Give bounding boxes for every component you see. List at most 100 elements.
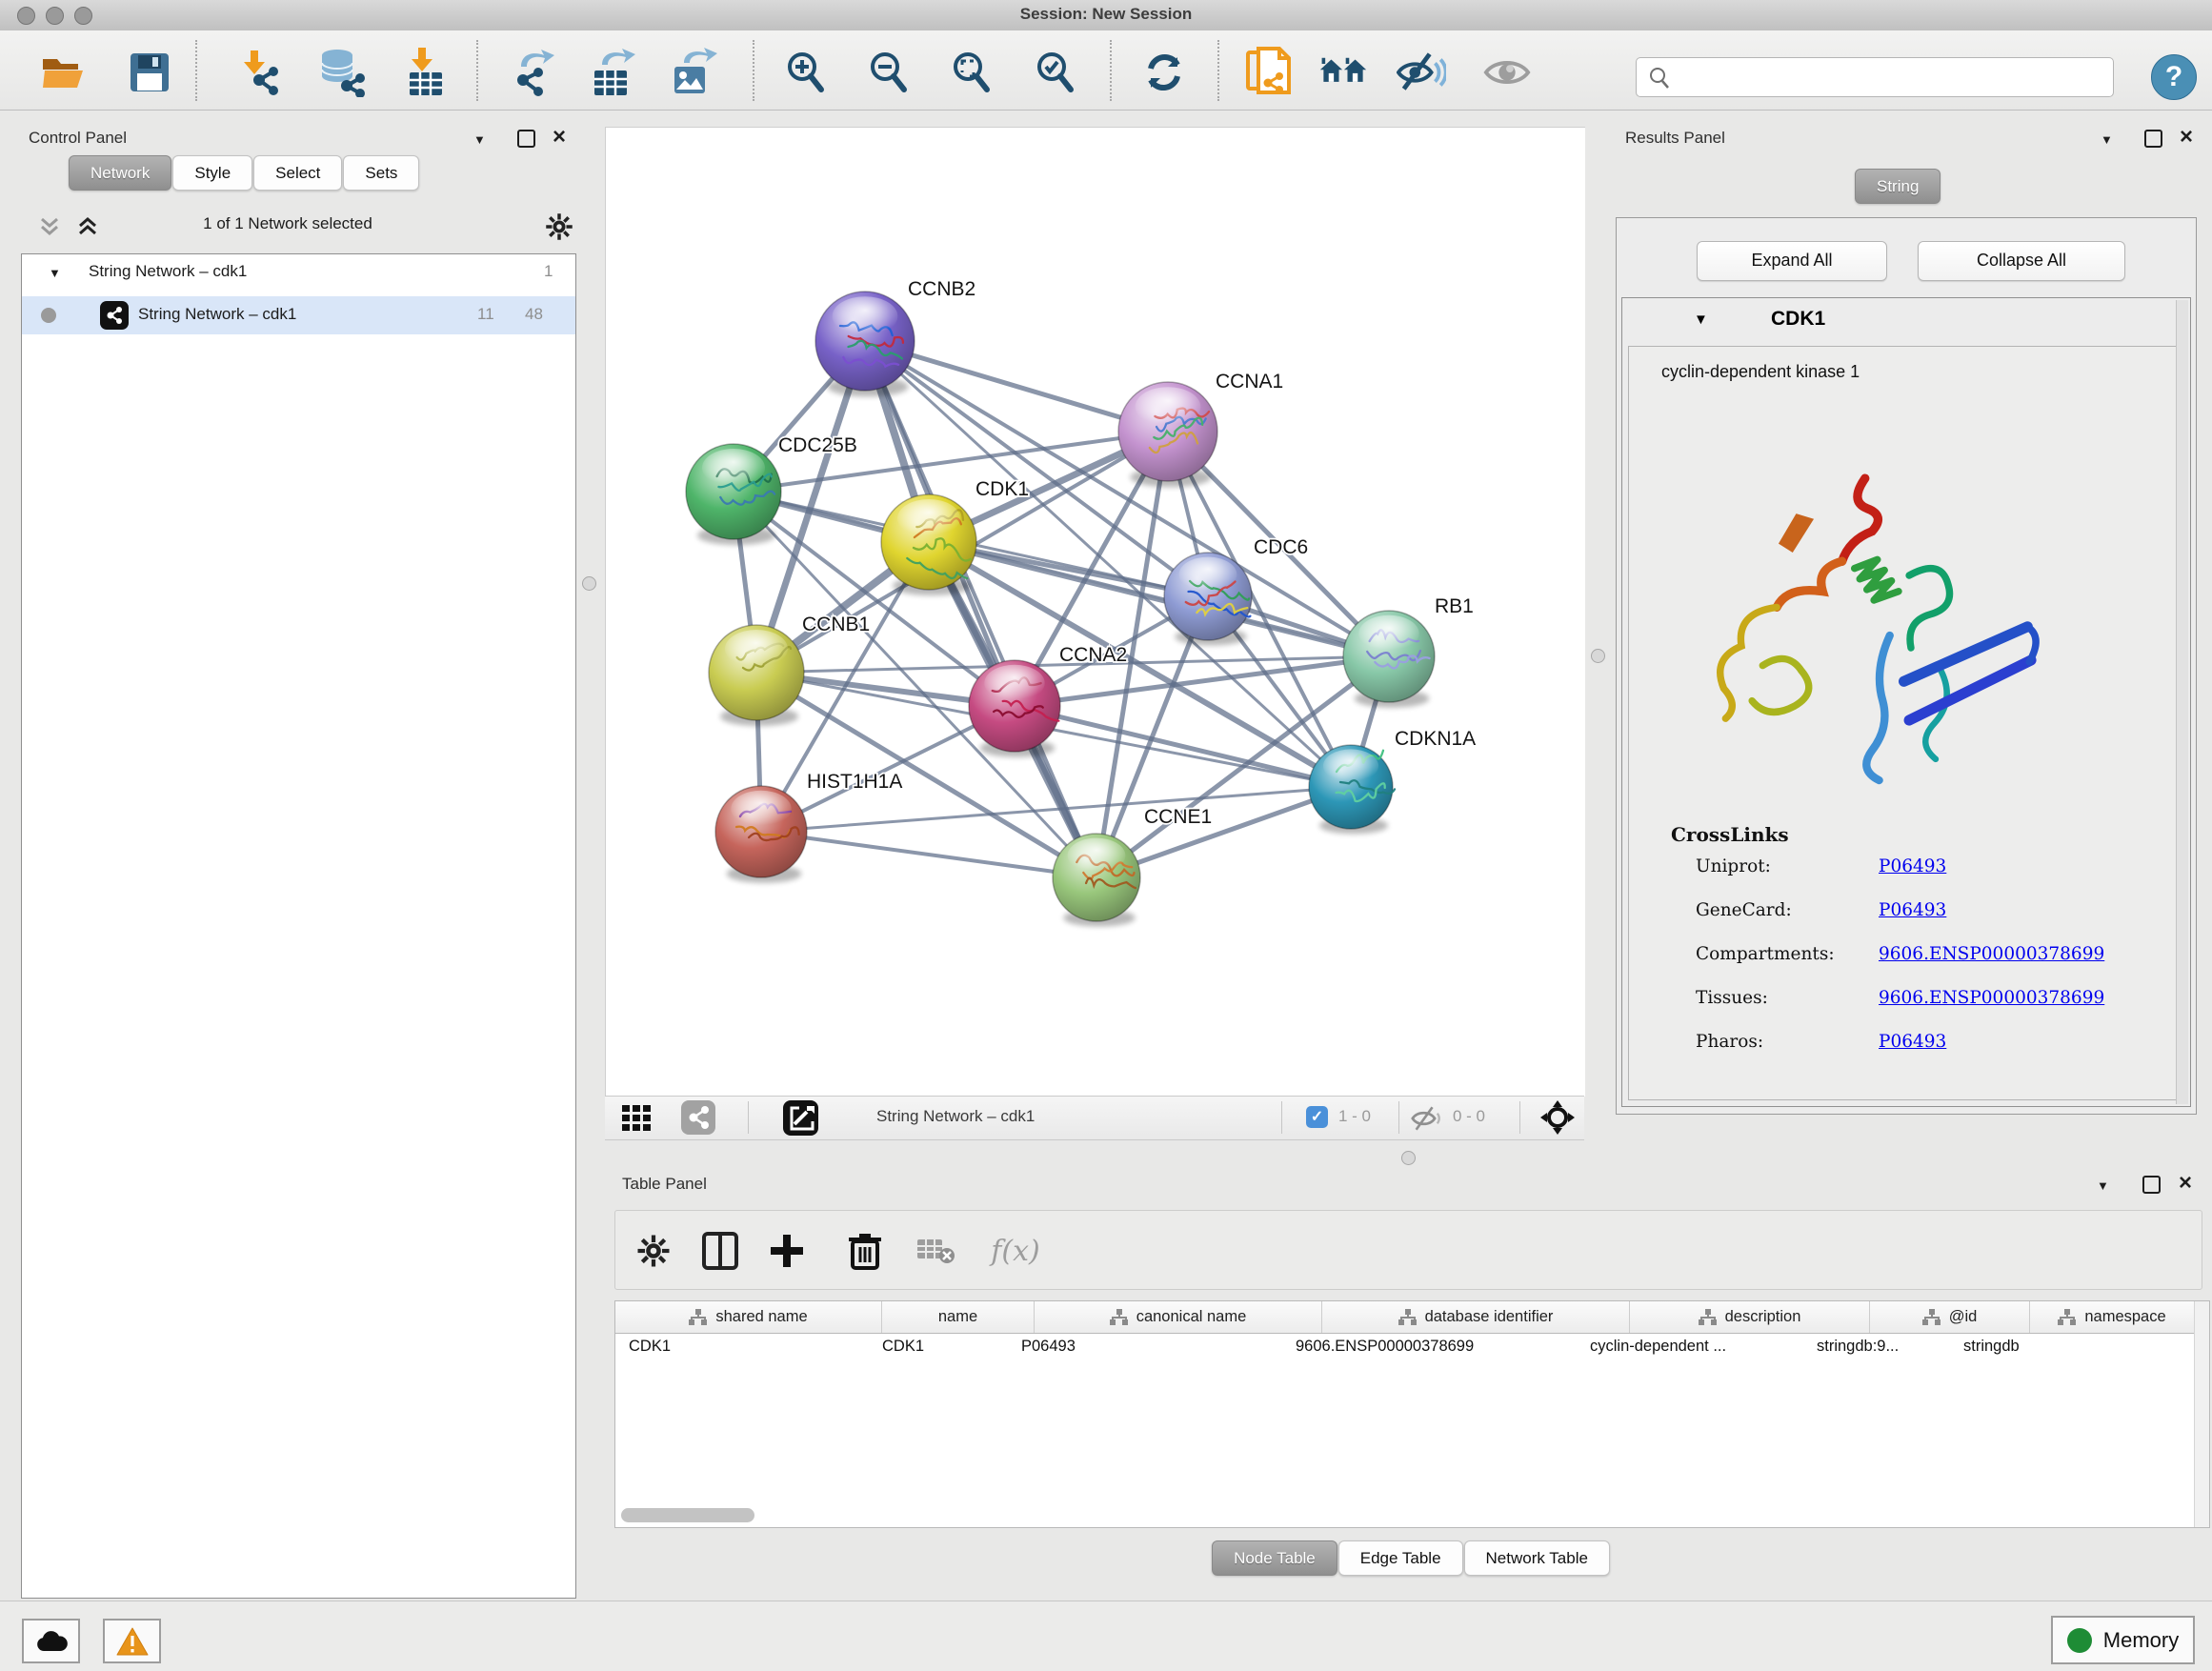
table-row[interactable]: CDK1CDK1P064939606.ENSP00000378699cyclin… (615, 1333, 2209, 1364)
zoom-selected-icon[interactable] (1031, 48, 1080, 97)
horizontal-scrollbar[interactable] (621, 1508, 754, 1522)
protein-node-CCNE1[interactable] (1053, 834, 1140, 927)
table-cell[interactable]: stringdb (1950, 1333, 2101, 1364)
collapse-all-button[interactable]: Collapse All (1918, 241, 2125, 281)
protein-node-CDKN1A[interactable] (1309, 745, 1395, 834)
vertical-scrollbar[interactable] (2194, 1301, 2209, 1527)
protein-node-CDC6[interactable] (1164, 553, 1252, 646)
refresh-icon[interactable] (1139, 48, 1189, 97)
tab-sets[interactable]: Sets (343, 155, 419, 191)
table-cell[interactable]: P06493 (1008, 1333, 1282, 1364)
column-header-name[interactable]: name (882, 1301, 1035, 1333)
protein-node-CDK1[interactable] (881, 494, 976, 595)
open-session-icon[interactable] (39, 48, 89, 97)
clone-network-icon[interactable] (1244, 48, 1294, 97)
grid-view-icon[interactable] (622, 1105, 660, 1132)
column-header-database-identifier[interactable]: database identifier (1322, 1301, 1630, 1333)
help-button[interactable]: ? (2151, 54, 2197, 100)
protein-node-CDC25B[interactable] (686, 444, 781, 545)
tab-style[interactable]: Style (172, 155, 252, 191)
search-input[interactable] (1679, 62, 2101, 92)
right-splitter-handle[interactable] (1591, 649, 1605, 663)
gear-icon[interactable] (545, 212, 573, 241)
column-header-description[interactable]: description (1630, 1301, 1870, 1333)
panel-close-icon[interactable]: × (2179, 1175, 2192, 1192)
tab-network-table[interactable]: Network Table (1464, 1540, 1610, 1576)
memory-button[interactable]: Memory (2051, 1616, 2195, 1664)
table-cell[interactable]: CDK1 (869, 1333, 1008, 1364)
control-panel: Control Panel ▼ × NetworkStyleSelectSets… (8, 127, 579, 1599)
save-session-icon[interactable] (125, 48, 174, 97)
network-edge[interactable] (865, 341, 1096, 877)
crosslink-link[interactable]: P06493 (1879, 856, 1946, 876)
panel-float-icon[interactable] (2144, 130, 2162, 148)
network-edge[interactable] (761, 832, 1096, 877)
collapse-gene-icon[interactable]: ▼ (1694, 312, 1708, 328)
delete-table-icon[interactable] (915, 1230, 957, 1272)
create-column-icon[interactable] (766, 1230, 808, 1272)
table-cell[interactable]: CDK1 (615, 1333, 869, 1364)
tab-select[interactable]: Select (253, 155, 342, 191)
tab-network[interactable]: Network (69, 155, 171, 191)
warnings-button[interactable] (103, 1619, 161, 1663)
select-columns-icon[interactable] (699, 1230, 741, 1272)
protein-node-CCNA2[interactable] (969, 660, 1060, 757)
import-table-file-icon[interactable] (401, 48, 451, 97)
network-row-selected[interactable]: String Network – cdk1 11 48 (22, 296, 575, 334)
panel-menu-icon[interactable]: ▼ (2101, 132, 2113, 147)
import-network-file-icon[interactable] (236, 48, 286, 97)
expand-all-button[interactable]: Expand All (1697, 241, 1887, 281)
open-in-window-icon[interactable] (783, 1100, 818, 1136)
crosslink-link[interactable]: P06493 (1879, 900, 1946, 920)
protein-node-CCNB1[interactable] (709, 625, 804, 726)
network-canvas[interactable]: CCNB2CCNA1CDC25BCDK1CDC6RB1CCNB1CCNA2CDK… (605, 127, 1585, 1097)
node-label-CCNA1: CCNA1 (1216, 371, 1283, 393)
column-header-namespace[interactable]: namespace (2030, 1301, 2195, 1333)
protein-node-HIST1H1A[interactable] (715, 786, 807, 883)
results-scrollbar[interactable] (2176, 300, 2188, 1104)
zoom-fit-icon[interactable] (947, 48, 996, 97)
birds-eye-toggle-icon[interactable] (1540, 1100, 1575, 1135)
bottom-splitter-handle[interactable] (1401, 1151, 1416, 1165)
cloud-status-button[interactable] (22, 1619, 80, 1663)
protein-node-RB1[interactable] (1343, 611, 1435, 708)
export-table-icon[interactable] (589, 48, 638, 97)
panel-close-icon[interactable]: × (2180, 129, 2193, 146)
zoom-in-icon[interactable] (781, 48, 831, 97)
tab-string[interactable]: String (1855, 169, 1941, 204)
export-image-icon[interactable] (669, 48, 718, 97)
share-view-icon[interactable] (681, 1100, 715, 1135)
table-cell[interactable]: 9606.ENSP00000378699 (1282, 1333, 1577, 1364)
export-network-icon[interactable] (508, 48, 557, 97)
column-header-@id[interactable]: @id (1870, 1301, 2030, 1333)
column-label: name (938, 1308, 977, 1326)
left-splitter-handle[interactable] (582, 576, 596, 591)
tree-expand-icon[interactable]: ▼ (49, 266, 61, 280)
protein-node-CCNA1[interactable] (1118, 382, 1217, 487)
function-builder-icon[interactable]: f(x) (982, 1230, 1049, 1272)
tab-edge-table[interactable]: Edge Table (1338, 1540, 1463, 1576)
table-cell[interactable]: cyclin-dependent ... (1577, 1333, 1803, 1364)
network-collection-row[interactable]: ▼ String Network – cdk1 1 (22, 254, 575, 296)
import-network-database-icon[interactable] (316, 48, 366, 97)
crosslink-link[interactable]: P06493 (1879, 1032, 1946, 1052)
column-header-shared-name[interactable]: shared name (615, 1301, 882, 1333)
panel-menu-icon[interactable]: ▼ (2097, 1178, 2109, 1193)
selected-nodes-checkbox[interactable]: ✓ (1306, 1106, 1328, 1128)
hide-selected-eye-slash-icon[interactable] (1397, 48, 1446, 97)
show-all-eye-icon[interactable] (1482, 48, 1532, 97)
gene-section-header[interactable]: ▼ CDK1 (1622, 298, 2190, 346)
table-gear-icon[interactable] (633, 1230, 674, 1272)
column-header-canonical-name[interactable]: canonical name (1035, 1301, 1322, 1333)
tab-node-table[interactable]: Node Table (1212, 1540, 1337, 1576)
crosslink-link[interactable]: 9606.ENSP00000378699 (1879, 988, 2104, 1008)
home-icon[interactable] (1318, 48, 1368, 97)
panel-menu-icon[interactable]: ▼ (473, 132, 486, 147)
panel-close-icon[interactable]: × (553, 129, 566, 146)
delete-column-icon[interactable] (844, 1230, 886, 1272)
crosslink-link[interactable]: 9606.ENSP00000378699 (1879, 944, 2104, 964)
panel-float-icon[interactable] (2142, 1176, 2161, 1194)
panel-float-icon[interactable] (517, 130, 535, 148)
table-cell[interactable]: stringdb:9... (1803, 1333, 1950, 1364)
zoom-out-icon[interactable] (864, 48, 914, 97)
